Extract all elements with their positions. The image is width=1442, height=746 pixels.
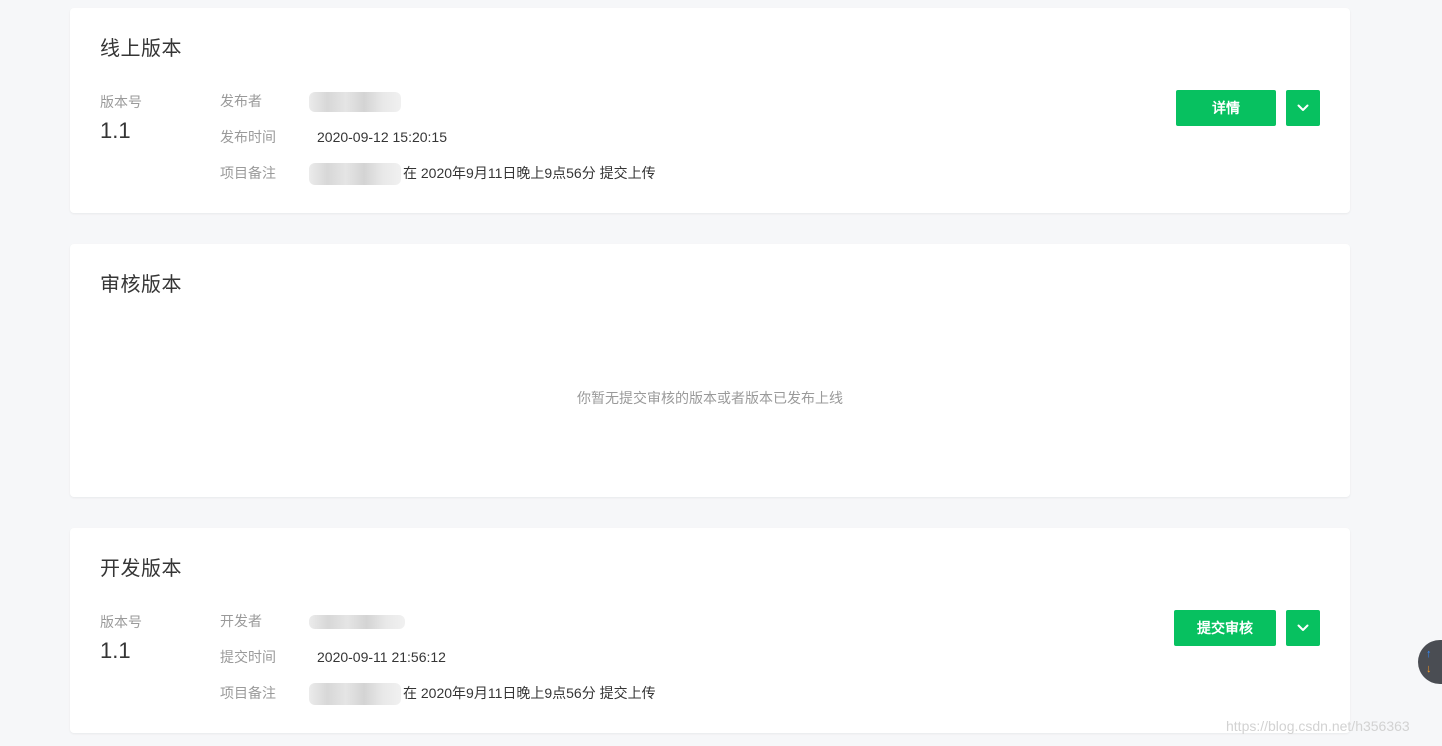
dev-project-note-text: 在 2020年9月11日晚上9点56分 提交上传 [403, 685, 656, 701]
review-version-card: 审核版本 你暂无提交审核的版本或者版本已发布上线 [70, 244, 1350, 497]
project-note-label: 项目备注 [220, 165, 276, 181]
redacted-dev-note-prefix [309, 683, 401, 706]
dev-project-note-value: 在 2020年9月11日晚上9点56分 提交上传 [309, 683, 656, 706]
chevron-down-icon [1297, 104, 1309, 111]
review-version-title: 审核版本 [100, 274, 182, 296]
watermark: https://blog.csdn.net/h356363 [1226, 718, 1410, 734]
online-version-number: 1.1 [100, 118, 131, 143]
online-version-card: 线上版本 版本号 1.1 发布者 发布时间 2020-09-12 15:20:1… [70, 8, 1350, 213]
project-note-value: 在 2020年9月11日晚上9点56分 提交上传 [309, 163, 656, 186]
project-note-text: 在 2020年9月11日晚上9点56分 提交上传 [403, 165, 656, 181]
submit-review-button[interactable]: 提交审核 [1174, 610, 1276, 646]
review-empty-message: 你暂无提交审核的版本或者版本已发布上线 [577, 390, 843, 406]
arrow-up-icon[interactable]: ↑ [1426, 649, 1432, 660]
dev-project-note-label: 项目备注 [220, 685, 276, 701]
submit-time-value: 2020-09-11 21:56:12 [317, 649, 446, 665]
dev-version-number-label: 版本号 [100, 614, 142, 630]
redacted-developer-name [309, 615, 405, 630]
dev-version-card: 开发版本 版本号 1.1 开发者 提交时间 2020-09-11 21:56:1… [70, 528, 1350, 733]
redacted-publisher-name [309, 92, 401, 113]
details-button[interactable]: 详情 [1176, 90, 1276, 126]
developer-label: 开发者 [220, 613, 262, 629]
publish-time-label: 发布时间 [220, 129, 276, 145]
submit-time-label: 提交时间 [220, 649, 276, 665]
online-version-number-label: 版本号 [100, 94, 142, 110]
online-more-dropdown-button[interactable] [1286, 90, 1320, 126]
publish-time-value: 2020-09-12 15:20:15 [317, 129, 447, 145]
publisher-label: 发布者 [220, 93, 262, 109]
online-version-title: 线上版本 [100, 38, 182, 60]
developer-value [309, 611, 405, 631]
chevron-down-icon [1297, 624, 1309, 631]
arrow-down-icon[interactable]: ↓ [1426, 664, 1432, 675]
redacted-note-prefix [309, 163, 401, 186]
dev-version-number: 1.1 [100, 638, 131, 663]
publisher-value [309, 91, 401, 113]
dev-more-dropdown-button[interactable] [1286, 610, 1320, 646]
dev-version-title: 开发版本 [100, 558, 182, 580]
scroll-float-widget[interactable]: ↑ ↓ [1418, 640, 1442, 684]
